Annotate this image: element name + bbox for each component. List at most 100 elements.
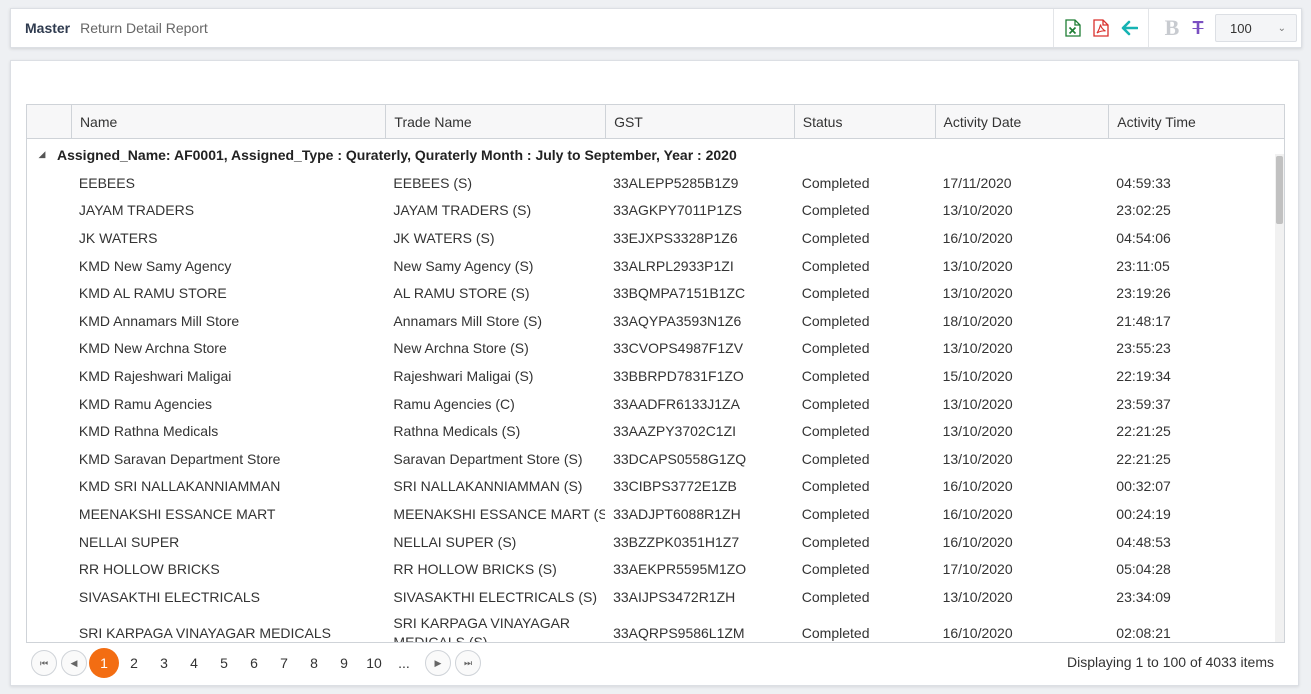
cell-trade-name: SRI KARPAGA VINAYAGAR MEDICALS (S) [393,614,571,643]
page-size-select[interactable]: 100 ⌄ [1215,14,1297,42]
last-page-icon[interactable]: ⏭ [455,650,481,676]
column-header-trade-name[interactable]: Trade Name [385,105,605,138]
cell-activity-time: 02:08:21 [1116,624,1171,641]
cell-name: MEENAKSHI ESSANCE MART [78,505,276,522]
column-header-name[interactable]: Name [70,105,385,138]
table-row[interactable]: MEENAKSHI ESSANCE MART MEENAKSHI ESSANCE … [27,500,1284,528]
cell-status: Completed [801,505,870,522]
prev-page-icon[interactable]: ◀ [61,650,87,676]
format-tools: B T 100 ⌄ [1148,9,1301,47]
cell-activity-date: 16/10/2020 [942,505,1013,522]
cell-status: Completed [801,257,870,274]
cell-activity-time: 23:19:26 [1116,285,1171,302]
table-row[interactable]: KMD Annamars Mill Store Annamars Mill Sto… [27,307,1284,335]
page-numbers: 1 2 3 4 5 6 7 8 9 10... [89,648,419,678]
page-number[interactable]: 10 [359,648,389,678]
page-ellipsis[interactable]: ... [389,648,419,678]
table-row[interactable]: SRI KARPAGA VINAYAGAR MEDICALS SRI KARPAG… [27,611,1284,643]
bold-icon[interactable]: B [1163,17,1181,39]
cell-trade-name: JAYAM TRADERS (S) [393,202,532,219]
vertical-scrollbar[interactable] [1275,154,1284,642]
table-row[interactable]: EEBEES EEBEES (S) 33ALEPP5285B1Z9 Completed… [27,169,1284,197]
cell-gst: 33DCAPS0558G1ZQ [613,450,747,467]
breadcrumb-master[interactable]: Master [25,20,70,36]
table-row[interactable]: KMD New Samy Agency New Samy Agency (S) 33… [27,252,1284,280]
cell-activity-time: 21:48:17 [1116,312,1171,329]
column-header-status[interactable]: Status [793,105,935,138]
page-number[interactable]: 9 [329,648,359,678]
cell-status: Completed [801,561,870,578]
table-row[interactable]: KMD Rajeshwari Maligai Rajeshwari Maligai… [27,362,1284,390]
group-header-row[interactable]: ◢ Assigned_Name: AF0001, Assigned_Type :… [27,140,1284,169]
cell-gst: 33ALRPL2933P1ZI [613,257,734,274]
cell-activity-date: 13/10/2020 [942,450,1013,467]
cell-gst: 33BZZPK0351H1Z7 [613,533,740,550]
pdf-export-icon[interactable] [1092,18,1110,38]
strikethrough-icon[interactable]: T [1189,18,1207,38]
cell-status: Completed [801,229,870,246]
table-row[interactable]: RR HOLLOW BRICKS RR HOLLOW BRICKS (S) 33AE… [27,555,1284,583]
table-row[interactable]: KMD Ramu Agencies Ramu Agencies (C) 33AADF… [27,390,1284,418]
collapse-triangle-icon[interactable]: ◢ [27,149,57,160]
cell-name: KMD Annamars Mill Store [78,312,240,329]
table-row[interactable]: JAYAM TRADERS JAYAM TRADERS (S) 33AGKPY701… [27,197,1284,225]
page-number[interactable]: 7 [269,648,299,678]
table-row[interactable]: KMD New Archna Store New Archna Store (S)… [27,335,1284,363]
page-number[interactable]: 1 [89,648,119,678]
back-arrow-icon[interactable] [1120,18,1138,38]
chevron-down-icon: ⌄ [1277,22,1286,34]
page-number[interactable]: 4 [179,648,209,678]
page-number[interactable]: 8 [299,648,329,678]
cell-activity-time: 22:21:25 [1116,450,1171,467]
column-header-activity-date[interactable]: Activity Date [934,105,1109,138]
cell-name: KMD Rajeshwari Maligai [78,367,232,384]
cell-activity-date: 16/10/2020 [942,533,1013,550]
column-header-gst[interactable]: GST [605,105,794,138]
cell-activity-date: 18/10/2020 [942,312,1013,329]
cell-gst: 33BBRPD7831F1ZO [613,367,744,384]
cell-trade-name: New Samy Agency (S) [393,257,534,274]
cell-status: Completed [801,533,870,550]
cell-status: Completed [801,285,870,302]
cell-name: KMD Saravan Department Store [78,450,281,467]
next-page-icon[interactable]: ▶ [425,650,451,676]
cell-activity-time: 23:34:09 [1116,588,1171,605]
cell-activity-time: 23:11:05 [1116,257,1170,274]
scrollbar-thumb[interactable] [1276,156,1283,224]
page-number[interactable]: 3 [149,648,179,678]
column-header-activity-time[interactable]: Activity Time [1108,105,1284,138]
cell-activity-time: 23:55:23 [1116,340,1171,357]
table-row[interactable]: KMD Saravan Department Store Saravan Depa… [27,445,1284,473]
table-row[interactable]: KMD AL RAMU STORE AL RAMU STORE (S) 33BQMP… [27,279,1284,307]
cell-activity-time: 04:48:53 [1116,533,1171,550]
cell-trade-name: Annamars Mill Store (S) [393,312,543,329]
cell-trade-name: EEBEES (S) [393,174,473,191]
page-number[interactable]: 2 [119,648,149,678]
breadcrumb-report-title: Return Detail Report [80,20,208,36]
cell-activity-time: 00:32:07 [1116,478,1171,495]
page-number[interactable]: 6 [239,648,269,678]
excel-export-icon[interactable] [1064,18,1082,38]
cell-gst: 33ALEPP5285B1Z9 [613,174,739,191]
group-label: Assigned_Name: AF0001, Assigned_Type : Q… [57,146,737,163]
cell-name: KMD Ramu Agencies [78,395,212,412]
table-row[interactable]: KMD Rathna Medicals Rathna Medicals (S) 33… [27,417,1284,445]
cell-gst: 33AEKPR5595M1ZO [613,561,747,578]
table-row[interactable]: SIVASAKTHI ELECTRICALS SIVASAKTHI ELECTRI… [27,583,1284,611]
cell-activity-date: 13/10/2020 [942,285,1013,302]
cell-status: Completed [801,588,870,605]
table-row[interactable]: KMD SRI NALLAKANNIAMMAN SRI NALLAKANNIAMM… [27,473,1284,501]
cell-gst: 33BQMPA7151B1ZC [613,285,746,302]
cell-activity-time: 23:02:25 [1116,202,1171,219]
cell-activity-time: 00:24:19 [1116,505,1171,522]
cell-status: Completed [801,624,870,641]
table-row[interactable]: JK WATERS JK WATERS (S) 33EJXPS3328P1Z6 Com… [27,224,1284,252]
breadcrumb: Master Return Detail Report [11,20,1053,36]
page-number[interactable]: 5 [209,648,239,678]
cell-name: KMD SRI NALLAKANNIAMMAN [78,478,281,495]
report-grid: Name Trade Name GST Status Activity Date… [26,104,1285,643]
cell-activity-date: 16/10/2020 [942,478,1013,495]
table-row[interactable]: NELLAI SUPER NELLAI SUPER (S) 33BZZPK0351H… [27,528,1284,556]
first-page-icon[interactable]: ⏮ [31,650,57,676]
cell-gst: 33AADFR6133J1ZA [613,395,740,412]
